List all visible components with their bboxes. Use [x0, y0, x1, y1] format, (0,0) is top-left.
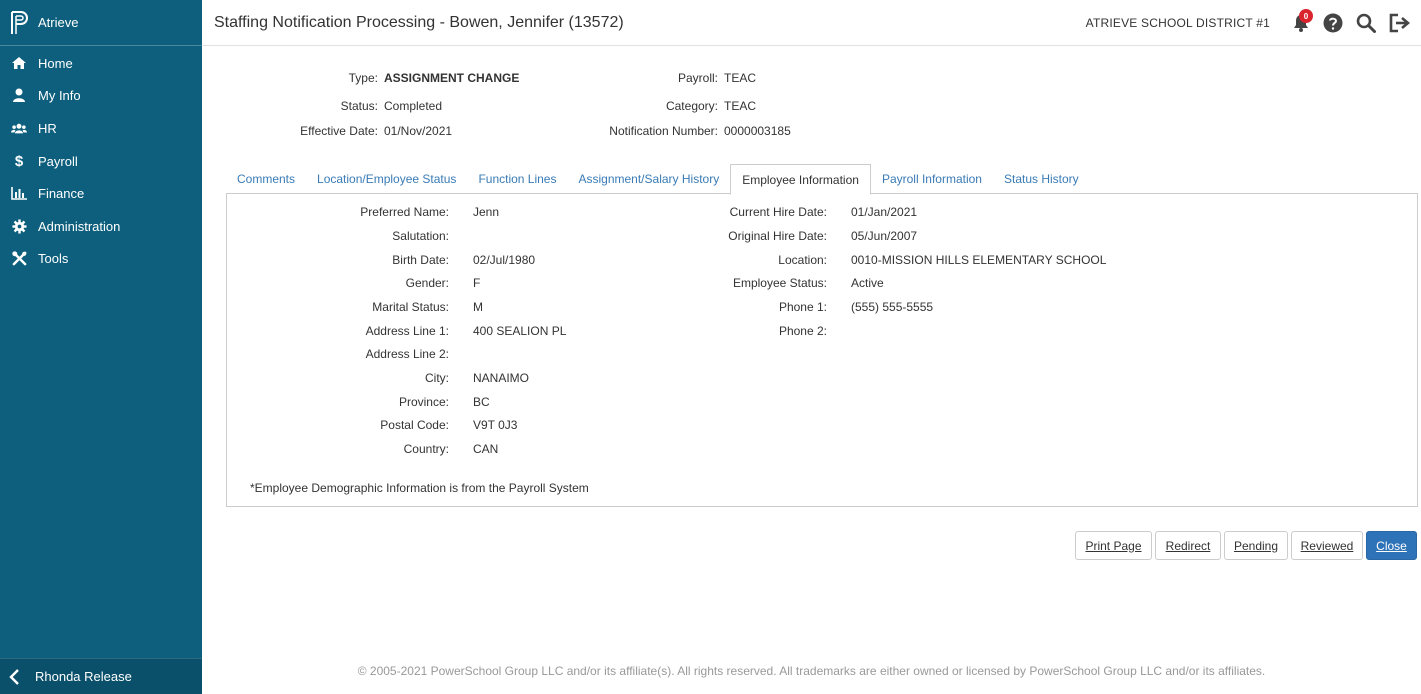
copyright-footer: © 2005-2021 PowerSchool Group LLC and/or… — [357, 664, 1266, 678]
field-value: NANAIMO — [473, 371, 530, 385]
phone-1-field: Phone 1: (555) 555-5555 — [227, 298, 933, 316]
phone-2-field: Phone 2: — [227, 322, 851, 340]
print-page-button[interactable]: Print Page — [1075, 531, 1152, 560]
city-field: City: NANAIMO — [227, 369, 529, 387]
sidebar-item-label: HR — [38, 120, 57, 136]
tab-assignment-salary-history[interactable]: Assignment/Salary History — [567, 164, 730, 194]
employee-information-panel: Preferred Name: Jenn Salutation: Birth D… — [226, 193, 1418, 507]
tab-payroll-information[interactable]: Payroll Information — [871, 164, 993, 194]
app-name: Atrieve — [38, 15, 79, 30]
payroll-label: Payroll: — [677, 71, 718, 85]
notification-number-value: 0000003185 — [724, 124, 791, 138]
sidebar-item-label: Payroll — [38, 153, 78, 169]
tools-icon — [11, 251, 27, 267]
field-value: 01/Jan/2021 — [851, 205, 918, 219]
sidebar-item-finance[interactable]: Finance — [0, 177, 202, 210]
user-name: Rhonda Release — [35, 669, 132, 684]
button-label: Redirect — [1165, 538, 1211, 553]
category-label: Category: — [665, 99, 718, 113]
field-label: Address Line 2: — [365, 347, 449, 361]
reviewed-button[interactable]: Reviewed — [1291, 531, 1363, 560]
redirect-button[interactable]: Redirect — [1155, 531, 1221, 560]
field-value: BC — [473, 395, 490, 409]
dollar-icon: $ — [14, 152, 24, 170]
demographic-note: *Employee Demographic Information is fro… — [250, 481, 589, 495]
field-label: Province: — [398, 395, 449, 409]
close-button[interactable]: Close — [1366, 531, 1417, 560]
sidebar-item-label: Finance — [38, 186, 85, 202]
district-name: ATRIEVE SCHOOL DISTRICT #1 — [1085, 16, 1270, 30]
field-value: V9T 0J3 — [473, 418, 518, 432]
tab-status-history[interactable]: Status History — [993, 164, 1090, 194]
sidebar-item-my-info[interactable]: My Info — [0, 80, 202, 113]
category-value: TEAC — [724, 99, 757, 113]
field-label: City: — [425, 371, 449, 385]
sidebar-item-administration[interactable]: Administration — [0, 210, 202, 243]
bar-chart-icon — [11, 186, 27, 202]
postal-code-field: Postal Code: V9T 0J3 — [227, 416, 517, 434]
employee-status-field: Employee Status: Active — [227, 274, 884, 292]
search-button[interactable] — [1355, 12, 1377, 34]
brand[interactable]: Atrieve — [0, 0, 202, 46]
field-value: 05/Jun/2007 — [851, 229, 918, 243]
sidebar-item-payroll[interactable]: $ Payroll — [0, 145, 202, 178]
logout-button[interactable] — [1388, 12, 1410, 34]
button-label: Reviewed — [1300, 538, 1354, 553]
field-value: Active — [851, 276, 884, 290]
sidebar: Atrieve Home My Info HR $ Payroll Financ… — [0, 0, 202, 694]
notification-count-badge: 0 — [1299, 9, 1313, 23]
button-label: Pending — [1233, 538, 1279, 553]
field-value: (555) 555-5555 — [851, 300, 934, 314]
field-label: Postal Code: — [380, 418, 449, 432]
notification-summary: Type: ASSIGNMENT CHANGE Status: Complete… — [202, 46, 1421, 156]
tab-location-employee-status[interactable]: Location/Employee Status — [306, 164, 467, 194]
users-icon — [11, 120, 27, 136]
chevron-left-icon — [9, 668, 19, 685]
gear-icon — [11, 218, 27, 234]
sidebar-nav: Home My Info HR $ Payroll Finance Admini… — [0, 46, 202, 275]
field-value: 0010-MISSION HILLS ELEMENTARY SCHOOL — [851, 253, 1107, 267]
province-field: Province: BC — [227, 393, 490, 411]
field-label: Current Hire Date: — [729, 205, 827, 219]
notifications-button[interactable]: 0 — [1290, 9, 1313, 34]
logout-icon — [1389, 13, 1410, 33]
tab-bar: Comments Location/Employee Status Functi… — [226, 164, 1090, 195]
search-icon — [1356, 13, 1376, 33]
sidebar-item-label: Tools — [38, 251, 69, 267]
tab-comments[interactable]: Comments — [226, 164, 306, 194]
button-label: Close — [1376, 538, 1407, 553]
field-label: Phone 1: — [778, 300, 827, 314]
user-menu[interactable]: Rhonda Release — [0, 658, 202, 694]
tab-employee-information[interactable]: Employee Information — [730, 164, 871, 195]
address-line-2-field: Address Line 2: — [227, 345, 473, 363]
field-label: Phone 2: — [778, 324, 827, 338]
payroll-value: TEAC — [724, 71, 757, 85]
notification-number-label: Notification Number: — [609, 124, 718, 138]
pending-button[interactable]: Pending — [1224, 531, 1288, 560]
field-value: CAN — [473, 442, 499, 456]
current-hire-date-field: Current Hire Date: 01/Jan/2021 — [227, 203, 917, 221]
field-label: Location: — [778, 253, 827, 267]
powerschool-logo-icon — [11, 10, 28, 34]
original-hire-date-field: Original Hire Date: 05/Jun/2007 — [227, 227, 917, 245]
tab-function-lines[interactable]: Function Lines — [467, 164, 567, 194]
help-icon — [1323, 13, 1343, 33]
sidebar-item-tools[interactable]: Tools — [0, 243, 202, 276]
field-label: Employee Status: — [732, 276, 827, 290]
button-label: Print Page — [1085, 538, 1142, 553]
home-icon — [11, 55, 27, 71]
country-field: Country: CAN — [227, 440, 499, 458]
page-title: Staffing Notification Processing - Bowen… — [214, 13, 624, 31]
sidebar-item-label: My Info — [38, 88, 81, 104]
field-label: Original Hire Date: — [728, 229, 827, 243]
location-field: Location: 0010-MISSION HILLS ELEMENTARY … — [227, 251, 1106, 269]
sidebar-item-label: Administration — [38, 218, 121, 234]
sidebar-item-home[interactable]: Home — [0, 47, 202, 80]
help-button[interactable] — [1322, 12, 1344, 34]
user-icon — [11, 88, 27, 104]
field-label: Country: — [403, 442, 449, 456]
sidebar-item-label: Home — [38, 55, 73, 71]
sidebar-item-hr[interactable]: HR — [0, 112, 202, 145]
